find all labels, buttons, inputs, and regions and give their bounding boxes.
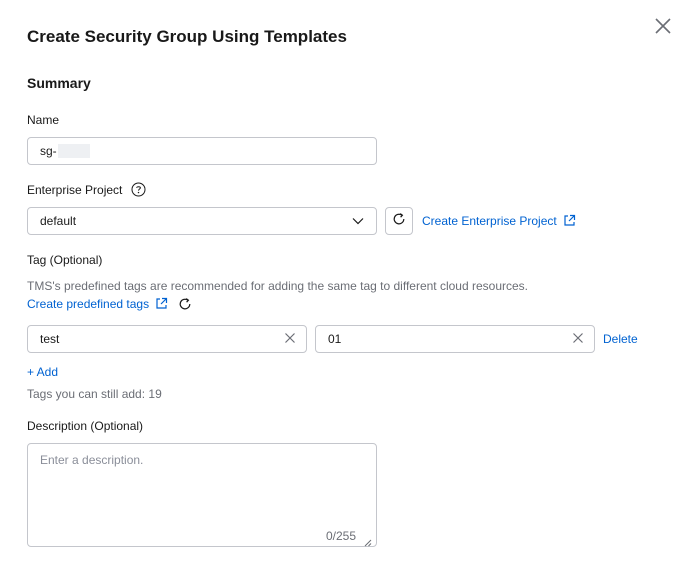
dialog-title: Create Security Group Using Templates bbox=[27, 27, 347, 46]
create-predefined-tags-link[interactable]: Create predefined tags bbox=[27, 297, 168, 313]
refresh-tags-icon[interactable] bbox=[178, 297, 192, 316]
refresh-icon bbox=[392, 212, 406, 231]
description-textarea[interactable]: Enter a description. 0/255 bbox=[27, 443, 377, 547]
external-link-icon bbox=[155, 297, 168, 313]
create-enterprise-project-link[interactable]: Create Enterprise Project bbox=[422, 214, 576, 230]
external-link-icon bbox=[563, 214, 576, 230]
tag-key-value: test bbox=[40, 332, 60, 346]
enterprise-project-value: default bbox=[40, 214, 77, 228]
clear-icon[interactable] bbox=[284, 332, 296, 347]
name-label: Name bbox=[27, 113, 60, 127]
help-icon[interactable] bbox=[131, 182, 146, 197]
name-value: sg- bbox=[40, 144, 57, 158]
add-tag-button[interactable]: + Add bbox=[27, 365, 58, 379]
name-input[interactable]: sg- bbox=[27, 137, 377, 165]
tag-value-value: 01 bbox=[328, 332, 342, 346]
enterprise-project-select[interactable]: default bbox=[27, 207, 377, 235]
tags-remaining-text: Tags you can still add: 19 bbox=[27, 387, 162, 401]
close-icon[interactable] bbox=[654, 17, 672, 35]
delete-tag-button[interactable]: Delete bbox=[603, 332, 638, 346]
chevron-down-icon bbox=[352, 214, 364, 228]
description-label: Description (Optional) bbox=[27, 419, 144, 433]
tag-hint: TMS's predefined tags are recommended fo… bbox=[27, 279, 529, 293]
tag-value-input[interactable]: 01 bbox=[315, 325, 595, 353]
enterprise-project-label: Enterprise Project bbox=[27, 183, 123, 197]
create-predefined-tags-label: Create predefined tags bbox=[27, 297, 150, 311]
description-placeholder: Enter a description. bbox=[40, 453, 144, 467]
clear-icon[interactable] bbox=[572, 332, 584, 347]
character-counter: 0/255 bbox=[325, 529, 356, 543]
resize-handle-icon[interactable] bbox=[364, 534, 372, 547]
refresh-enterprise-project-button[interactable] bbox=[385, 207, 413, 235]
masked-name-text bbox=[57, 144, 90, 158]
tag-key-input[interactable]: test bbox=[27, 325, 307, 353]
create-enterprise-project-label: Create Enterprise Project bbox=[422, 214, 557, 228]
tag-label: Tag (Optional) bbox=[27, 253, 103, 267]
section-title: Summary bbox=[27, 75, 91, 91]
